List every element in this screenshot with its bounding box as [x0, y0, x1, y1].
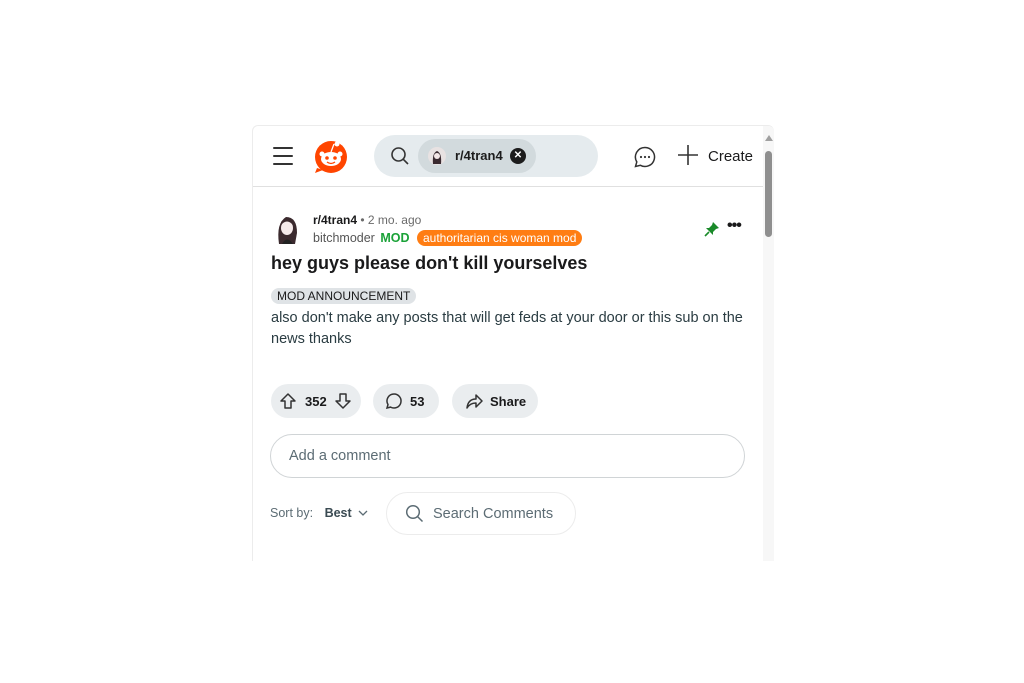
- clear-icon[interactable]: ✕: [510, 148, 526, 164]
- search-icon: [405, 504, 424, 523]
- pin-icon: [704, 222, 719, 237]
- comment-icon: [385, 393, 402, 410]
- comment-count: 53: [410, 394, 425, 409]
- search-bar[interactable]: r/4tran4 ✕: [374, 135, 598, 177]
- reddit-logo[interactable]: [313, 138, 349, 174]
- plus-icon: [678, 145, 698, 165]
- comments-button[interactable]: 53: [373, 384, 439, 418]
- top-bar: r/4tran4 ✕ Create: [253, 126, 763, 187]
- chevron-down-icon[interactable]: [358, 509, 368, 517]
- subreddit-search-chip[interactable]: r/4tran4 ✕: [418, 139, 536, 173]
- post-panel: r/4tran4 ✕ Create r/4tran4 • 2 mo. ago b…: [252, 125, 774, 561]
- vote-bar: 352: [271, 384, 361, 418]
- share-icon: [466, 394, 483, 409]
- author-line: bitchmoder MOD authoritarian cis woman m…: [313, 230, 583, 246]
- author-link[interactable]: bitchmoder: [313, 231, 375, 245]
- sort-value[interactable]: Best: [325, 506, 352, 520]
- menu-icon[interactable]: [273, 147, 293, 165]
- search-comments-input[interactable]: Search Comments: [386, 492, 576, 535]
- upvote-icon[interactable]: [279, 392, 297, 410]
- add-comment-input[interactable]: Add a comment: [270, 434, 745, 478]
- chat-icon[interactable]: [633, 145, 657, 169]
- sort-control[interactable]: Sort by: Best: [270, 506, 368, 520]
- post-body: also don't make any posts that will get …: [271, 310, 743, 347]
- downvote-icon[interactable]: [334, 392, 352, 410]
- user-flair: authoritarian cis woman mod: [416, 230, 583, 246]
- search-comments-placeholder: Search Comments: [433, 506, 554, 522]
- add-comment-placeholder: Add a comment: [289, 448, 391, 464]
- share-label: Share: [490, 394, 527, 409]
- separator: •: [360, 213, 365, 227]
- subreddit-avatar[interactable]: [273, 213, 303, 245]
- subreddit-link[interactable]: r/4tran4: [313, 213, 357, 227]
- scroll-up-arrow-icon[interactable]: [765, 135, 773, 141]
- search-icon: [391, 147, 409, 165]
- search-chip-label: r/4tran4: [455, 148, 503, 163]
- post-meta: r/4tran4 • 2 mo. ago: [313, 213, 421, 227]
- scrollbar[interactable]: [763, 126, 774, 561]
- vote-count: 352: [305, 394, 327, 409]
- more-options-button[interactable]: •••: [727, 217, 742, 235]
- sort-label: Sort by:: [270, 506, 314, 520]
- mod-tag: MOD: [380, 231, 410, 245]
- scrollbar-thumb[interactable]: [765, 151, 772, 237]
- share-button[interactable]: Share: [452, 384, 538, 418]
- post-title[interactable]: hey guys please don't kill yourselves: [271, 253, 587, 274]
- post-flair[interactable]: MOD ANNOUNCEMENT: [271, 288, 417, 304]
- subreddit-avatar: [428, 147, 446, 165]
- create-label: Create: [708, 148, 754, 165]
- post-time: 2 mo. ago: [367, 213, 422, 227]
